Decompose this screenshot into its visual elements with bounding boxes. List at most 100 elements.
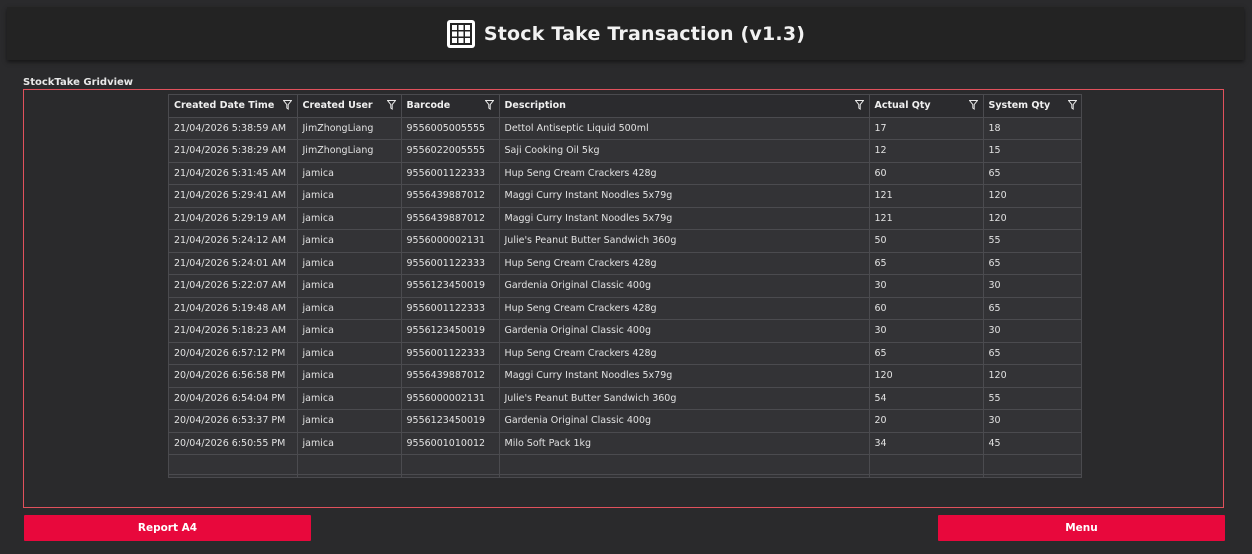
filter-icon[interactable] bbox=[853, 100, 865, 110]
filter-icon[interactable] bbox=[281, 100, 293, 110]
table-row[interactable]: 21/04/2026 5:31:45 AM jamica 9556001122333… bbox=[169, 162, 1081, 185]
empty-cell bbox=[983, 474, 1081, 477]
table-row[interactable]: 21/04/2026 5:24:12 AM jamica 9556000002131… bbox=[169, 229, 1081, 253]
table-cell: 34 bbox=[869, 432, 984, 455]
table-cell: 120 bbox=[983, 207, 1081, 230]
table-cell: 65 bbox=[983, 297, 1081, 320]
table-cell: Hup Seng Cream Crackers 428g bbox=[499, 297, 870, 320]
table-row[interactable]: 21/04/2026 5:24:01 AM jamica 9556001122333… bbox=[169, 252, 1081, 275]
table-row[interactable]: 20/04/2026 6:56:58 PM jamica 9556439887012… bbox=[169, 364, 1081, 388]
table-cell: JimZhongLiang bbox=[297, 139, 402, 163]
table-cell: 20/04/2026 6:50:55 PM bbox=[169, 432, 298, 455]
table-row[interactable]: 21/04/2026 5:38:59 AM JimZhongLiang 955600… bbox=[169, 117, 1081, 140]
table-cell: jamica bbox=[297, 162, 402, 185]
table-cell: 15 bbox=[983, 139, 1081, 163]
filter-icon[interactable] bbox=[1066, 100, 1078, 110]
table-cell: 18 bbox=[983, 117, 1081, 140]
table-cell: 9556001122333 bbox=[401, 252, 500, 275]
empty-cell bbox=[297, 454, 402, 475]
column-header[interactable]: Created User bbox=[297, 95, 402, 118]
column-header[interactable]: Actual Qty bbox=[869, 95, 984, 118]
table-cell: 121 bbox=[869, 207, 984, 230]
table-cell: jamica bbox=[297, 319, 402, 343]
stocktake-grid[interactable]: Created Date Time Created User Barcode Desc… bbox=[168, 94, 1082, 478]
table-header-row: Created Date Time Created User Barcode Desc… bbox=[169, 95, 1081, 118]
column-header[interactable]: Barcode bbox=[401, 95, 500, 118]
report-a4-button[interactable]: Report A4 bbox=[24, 515, 311, 541]
table-row[interactable]: 21/04/2026 5:19:48 AM jamica 9556001122333… bbox=[169, 297, 1081, 320]
table-cell: 55 bbox=[983, 229, 1081, 253]
table-cell: 120 bbox=[869, 364, 984, 388]
table-cell: Gardenia Original Classic 400g bbox=[499, 319, 870, 343]
table-cell: 50 bbox=[869, 229, 984, 253]
table-cell: jamica bbox=[297, 409, 402, 433]
table-cell: 120 bbox=[983, 364, 1081, 388]
stocktake-table: Created Date Time Created User Barcode Desc… bbox=[169, 95, 1081, 477]
table-cell: 55 bbox=[983, 387, 1081, 410]
table-cell: 54 bbox=[869, 387, 984, 410]
table-row[interactable]: 20/04/2026 6:57:12 PM jamica 9556001122333… bbox=[169, 342, 1081, 365]
page-title: Stock Take Transaction (v1.3) bbox=[483, 22, 806, 45]
table-cell: 9556439887012 bbox=[401, 364, 500, 388]
table-row[interactable]: 21/04/2026 5:29:41 AM jamica 9556439887012… bbox=[169, 184, 1081, 208]
filter-icon[interactable] bbox=[967, 100, 979, 110]
table-cell: 21/04/2026 5:24:01 AM bbox=[169, 252, 298, 275]
empty-cell bbox=[401, 454, 500, 475]
table-cell: Hup Seng Cream Crackers 428g bbox=[499, 252, 870, 275]
table-cell: 120 bbox=[983, 184, 1081, 208]
table-cell: 9556123450019 bbox=[401, 409, 500, 433]
table-cell: JimZhongLiang bbox=[297, 117, 402, 140]
table-cell: Saji Cooking Oil 5kg bbox=[499, 139, 870, 163]
table-cell: 12 bbox=[869, 139, 984, 163]
table-cell: 30 bbox=[983, 319, 1081, 343]
table-row[interactable]: 20/04/2026 6:50:55 PM jamica 9556001010012… bbox=[169, 432, 1081, 455]
table-cell: 60 bbox=[869, 297, 984, 320]
table-row[interactable]: 21/04/2026 5:38:29 AM JimZhongLiang 955602… bbox=[169, 139, 1081, 163]
table-row[interactable]: 21/04/2026 5:22:07 AM jamica 9556123450019… bbox=[169, 274, 1081, 298]
column-header-label: Created User bbox=[302, 100, 373, 112]
table-cell: Dettol Antiseptic Liquid 500ml bbox=[499, 117, 870, 140]
table-cell: jamica bbox=[297, 387, 402, 410]
column-header[interactable]: Created Date Time bbox=[169, 95, 298, 118]
table-cell: Maggi Curry Instant Noodles 5x79g bbox=[499, 364, 870, 388]
table-cell: 17 bbox=[869, 117, 984, 140]
table-cell: 65 bbox=[869, 252, 984, 275]
column-header[interactable]: Description bbox=[499, 95, 870, 118]
filter-icon[interactable] bbox=[385, 100, 397, 110]
table-cell: 9556001122333 bbox=[401, 162, 500, 185]
table-cell: 60 bbox=[869, 162, 984, 185]
table-row[interactable]: 20/04/2026 6:54:04 PM jamica 9556000002131… bbox=[169, 387, 1081, 410]
table-row[interactable]: 21/04/2026 5:18:23 AM jamica 9556123450019… bbox=[169, 319, 1081, 343]
table-cell: jamica bbox=[297, 252, 402, 275]
column-header[interactable]: System Qty bbox=[983, 95, 1081, 118]
table-cell: 20/04/2026 6:57:12 PM bbox=[169, 342, 298, 365]
table-cell: 20 bbox=[869, 409, 984, 433]
table-row[interactable]: 21/04/2026 5:29:19 AM jamica 9556439887012… bbox=[169, 207, 1081, 230]
table-cell: Milo Soft Pack 1kg bbox=[499, 432, 870, 455]
empty-cell bbox=[169, 474, 298, 477]
empty-row bbox=[169, 454, 1081, 475]
filter-icon[interactable] bbox=[483, 100, 495, 110]
table-cell: 9556001122333 bbox=[401, 342, 500, 365]
column-header-label: System Qty bbox=[988, 100, 1051, 112]
table-cell: 9556000002131 bbox=[401, 387, 500, 410]
table-cell: jamica bbox=[297, 432, 402, 455]
table-cell: Hup Seng Cream Crackers 428g bbox=[499, 162, 870, 185]
empty-cell bbox=[983, 454, 1081, 475]
table-cell: Maggi Curry Instant Noodles 5x79g bbox=[499, 207, 870, 230]
table-row[interactable]: 20/04/2026 6:53:37 PM jamica 9556123450019… bbox=[169, 409, 1081, 433]
table-cell: 9556439887012 bbox=[401, 184, 500, 208]
table-cell: 21/04/2026 5:29:19 AM bbox=[169, 207, 298, 230]
table-cell: 65 bbox=[983, 252, 1081, 275]
table-cell: jamica bbox=[297, 229, 402, 253]
empty-cell bbox=[169, 454, 298, 475]
table-cell: 21/04/2026 5:22:07 AM bbox=[169, 274, 298, 298]
table-cell: 45 bbox=[983, 432, 1081, 455]
grid-icon bbox=[446, 19, 476, 49]
table-cell: Julie's Peanut Butter Sandwich 360g bbox=[499, 387, 870, 410]
table-cell: 21/04/2026 5:29:41 AM bbox=[169, 184, 298, 208]
table-cell: 65 bbox=[983, 162, 1081, 185]
gridview-label: StockTake Gridview bbox=[23, 77, 134, 88]
menu-button[interactable]: Menu bbox=[938, 515, 1225, 541]
table-cell: 20/04/2026 6:53:37 PM bbox=[169, 409, 298, 433]
